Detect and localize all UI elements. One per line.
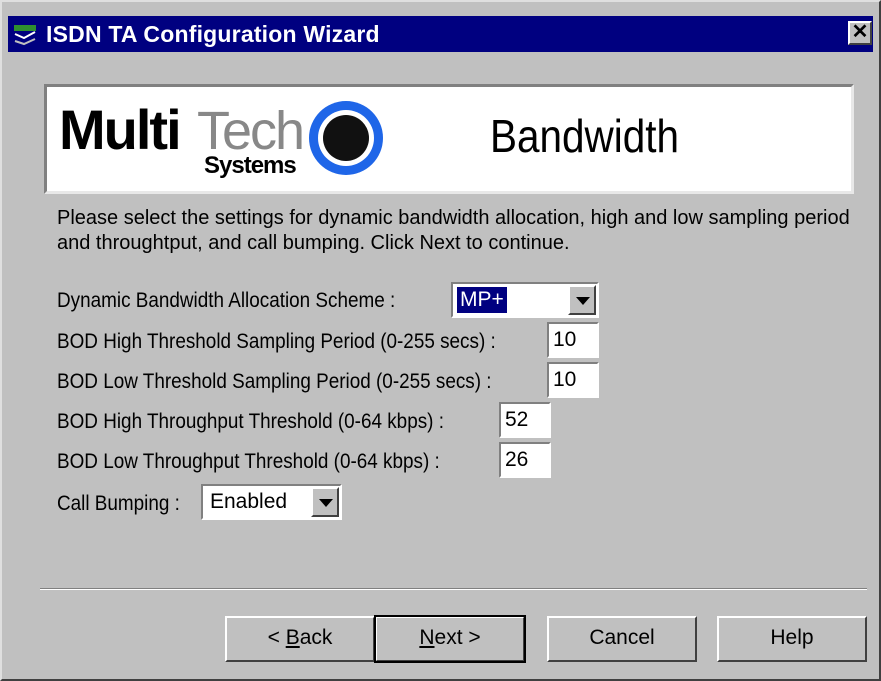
logo-systems-text: Systems <box>204 152 297 179</box>
cancel-button[interactable]: Cancel <box>547 616 697 662</box>
bod-low-throughput-input[interactable] <box>505 444 549 476</box>
bod-high-period-label: BOD High Threshold Sampling Period (0-25… <box>57 330 496 353</box>
logo-circle-icon <box>309 101 383 175</box>
close-icon: ✕ <box>851 21 869 43</box>
bod-high-throughput-label: BOD High Throughput Threshold (0-64 kbps… <box>57 410 444 433</box>
bod-low-throughput-label: BOD Low Throughput Threshold (0-64 kbps)… <box>57 450 440 473</box>
bod-low-period-field[interactable] <box>547 362 599 398</box>
call-bumping-select[interactable]: Enabled <box>201 484 342 520</box>
call-bumping-label: Call Bumping : <box>57 492 180 515</box>
next-button[interactable]: Next > <box>374 615 526 663</box>
isdn-ta-app-icon <box>12 22 38 46</box>
window-title: ISDN TA Configuration Wizard <box>46 21 380 47</box>
header-banner: Multi Tech Systems Bandwidth <box>44 84 854 194</box>
bod-high-throughput-input[interactable] <box>505 404 549 436</box>
bod-low-period-label: BOD Low Threshold Sampling Period (0-255… <box>57 370 492 393</box>
page-title: Bandwidth <box>490 110 680 162</box>
call-bumping-selected-value: Enabled <box>210 490 288 513</box>
chevron-down-icon[interactable] <box>311 487 339 517</box>
help-button[interactable]: Help <box>717 616 867 662</box>
bod-high-period-field[interactable] <box>547 322 599 358</box>
scheme-label: Dynamic Bandwidth Allocation Scheme : <box>57 289 396 312</box>
wizard-window: ISDN TA Configuration Wizard ✕ Multi Tec… <box>0 0 881 681</box>
back-button[interactable]: < Back <box>225 616 375 662</box>
separator <box>40 588 867 590</box>
chevron-down-icon[interactable] <box>568 285 596 315</box>
bod-high-throughput-field[interactable] <box>499 402 551 438</box>
logo-multi-text: Multi <box>59 98 182 161</box>
scheme-selected-value: MP+ <box>456 286 508 314</box>
instructions-text: Please select the settings for dynamic b… <box>57 207 850 254</box>
bod-low-throughput-field[interactable] <box>499 442 551 478</box>
scheme-select[interactable]: MP+ <box>451 282 599 318</box>
bod-high-period-input[interactable] <box>553 324 597 356</box>
bod-low-period-input[interactable] <box>553 364 597 396</box>
title-bar[interactable]: ISDN TA Configuration Wizard ✕ <box>8 16 873 52</box>
close-button[interactable]: ✕ <box>848 21 872 45</box>
